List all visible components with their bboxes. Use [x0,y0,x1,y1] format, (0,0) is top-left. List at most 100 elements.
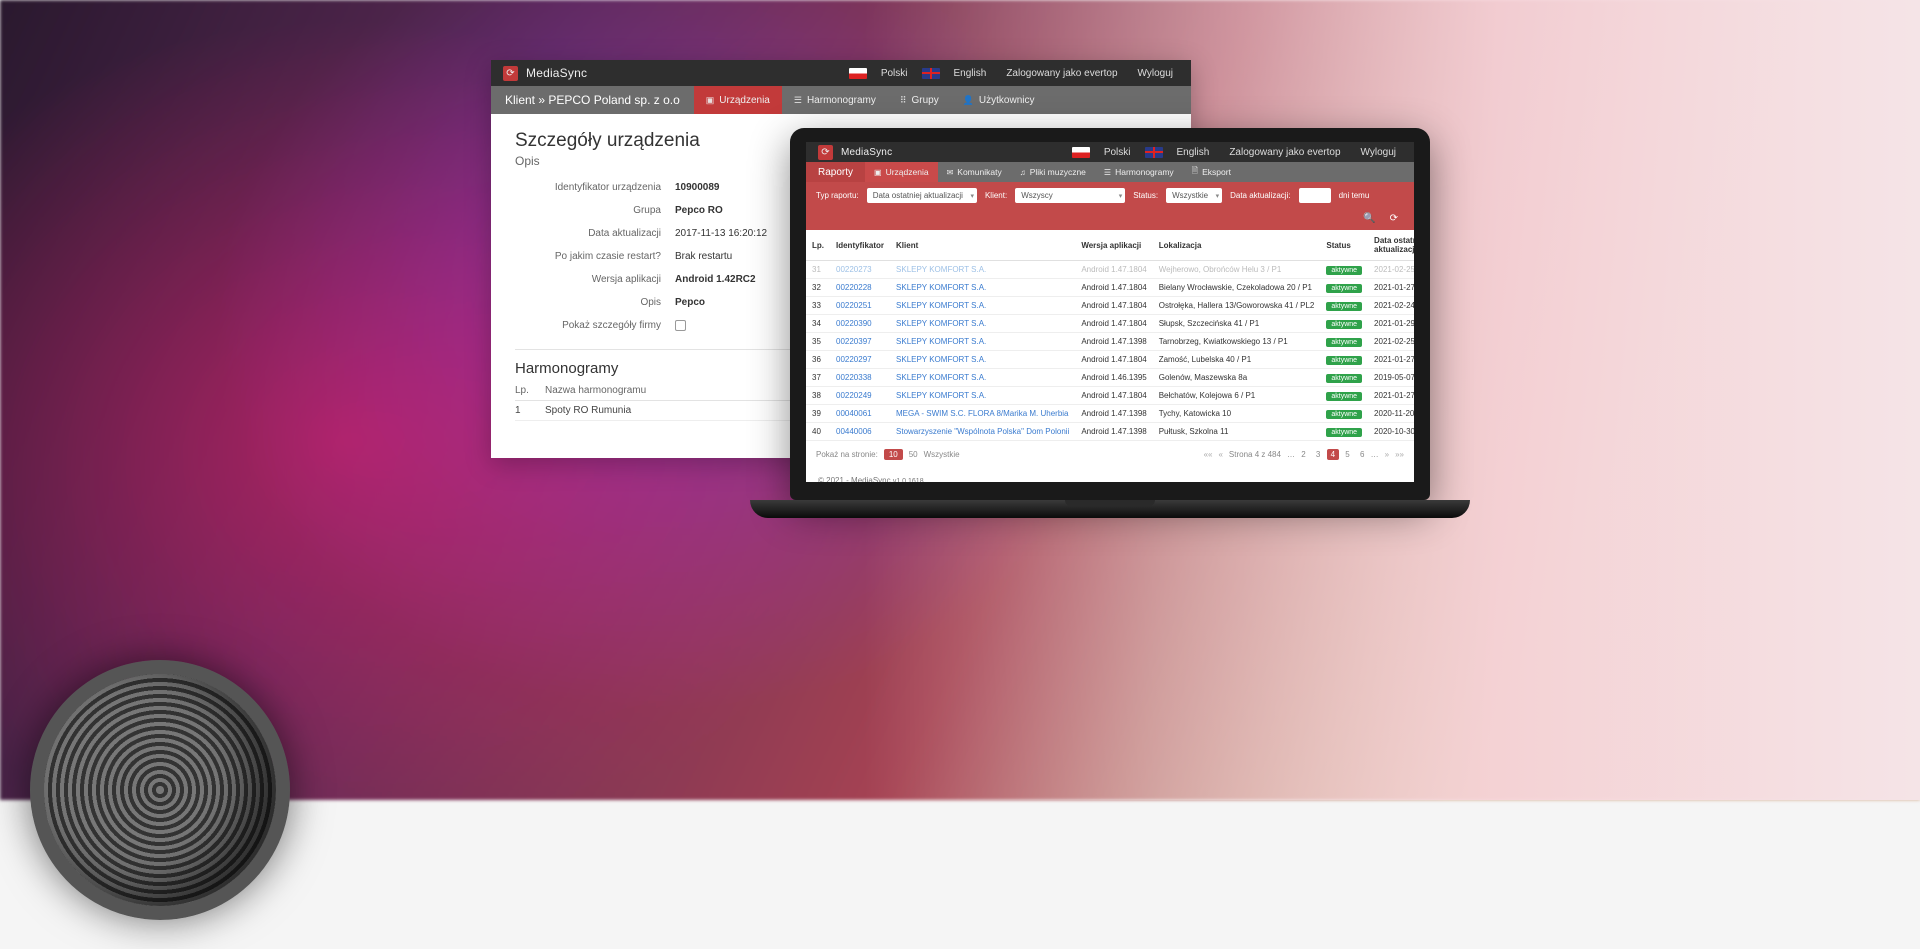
per-page-10[interactable]: 10 [884,449,903,460]
tab-music-files[interactable]: ♫ Pliki muzyczne [1011,162,1095,182]
page-prev-icon[interactable]: « [1218,450,1222,459]
page-4[interactable]: 4 [1327,449,1339,460]
cell-client[interactable]: SKLEPY KOMFORT S.A. [890,315,1075,333]
filter-type-select[interactable]: Data ostatniej aktualizacji ▾ [867,188,977,203]
flag-pl-icon[interactable] [1072,147,1090,158]
col-client[interactable]: Klient [890,230,1075,261]
table-row[interactable]: 3600220297SKLEPY KOMFORT S.A.Android 1.4… [806,351,1414,369]
refresh-icon[interactable]: ⟳ [1390,213,1398,224]
table-row[interactable]: 3500220397SKLEPY KOMFORT S.A.Android 1.4… [806,333,1414,351]
flag-en-icon[interactable] [1145,147,1163,158]
cell-lp: 39 [806,405,830,423]
tab-schedules[interactable]: ☰ Harmonogramy [1095,162,1183,182]
tab-export[interactable]: 🗎 Eksport [1183,162,1240,182]
col-lp[interactable]: Lp. [806,230,830,261]
page-next-icon[interactable]: » [1385,450,1389,459]
lang-english[interactable]: English [948,68,993,79]
cell-lp: 40 [806,423,830,441]
table-row[interactable]: 3300220251SKLEPY KOMFORT S.A.Android 1.4… [806,297,1414,315]
show-company-checkbox[interactable] [675,320,686,331]
table-row[interactable]: 4000440006Stowarzyszenie "Wspólnota Pols… [806,423,1414,441]
page-6[interactable]: 6 [1356,449,1368,460]
logout-link[interactable]: Wyloguj [1355,147,1402,158]
col-id[interactable]: Identyfikator [830,230,890,261]
cell-id[interactable]: 00040061 [830,405,890,423]
filter-days-suffix: dni temu [1339,191,1370,200]
cell-version: Android 1.47.1804 [1075,261,1152,279]
cell-updated: 2020-10-30 12:20:03 [1368,423,1414,441]
per-page-all[interactable]: Wszystkie [924,450,960,459]
cell-client[interactable]: Stowarzyszenie "Wspólnota Polska" Dom Po… [890,423,1075,441]
cell-lp: 38 [806,387,830,405]
filter-client-select[interactable]: Wszyscy ▾ [1015,188,1125,203]
col-version[interactable]: Wersja aplikacji [1075,230,1152,261]
cell-id[interactable]: 00220273 [830,261,890,279]
filter-days-input[interactable] [1299,188,1331,203]
cell-version: Android 1.47.1804 [1075,387,1152,405]
cell-version: Android 1.46.1395 [1075,369,1152,387]
cell-id[interactable]: 00220249 [830,387,890,405]
cell-location: Pułtusk, Szkolna 11 [1153,423,1321,441]
col-location[interactable]: Lokalizacja [1153,230,1321,261]
table-row[interactable]: 3700220338SKLEPY KOMFORT S.A.Android 1.4… [806,369,1414,387]
cell-client[interactable]: SKLEPY KOMFORT S.A. [890,333,1075,351]
chevron-down-icon: ▾ [1216,192,1220,200]
cell-client[interactable]: SKLEPY KOMFORT S.A. [890,279,1075,297]
cell-id[interactable]: 00220251 [830,297,890,315]
cell-id[interactable]: 00220397 [830,333,890,351]
page-first-icon[interactable]: «« [1204,450,1213,459]
footer-copy: © 2021 - MediaSync [818,476,891,482]
filter-bar: Typ raportu: Data ostatniej aktualizacji… [806,182,1414,230]
cell-updated: 2019-05-07 03:09:33 [1368,369,1414,387]
cell-version: Android 1.47.1804 [1075,351,1152,369]
label-group: Grupa [515,205,675,216]
table-row[interactable]: 3400220390SKLEPY KOMFORT S.A.Android 1.4… [806,315,1414,333]
breadcrumb[interactable]: Klient » PEPCO Poland sp. z o.o [505,93,680,107]
table-row[interactable]: 3200220228SKLEPY KOMFORT S.A.Android 1.4… [806,279,1414,297]
search-icon[interactable]: 🔍 [1363,213,1375,224]
per-page-50[interactable]: 50 [909,450,918,459]
tab-groups[interactable]: ⠿ Grupy [888,86,951,114]
tab-devices[interactable]: ▣ Urządzenia [865,162,938,182]
col-updated[interactable]: Data ostatniej aktualizacji [1368,230,1414,261]
cell-client[interactable]: SKLEPY KOMFORT S.A. [890,369,1075,387]
flag-pl-icon[interactable] [849,68,867,79]
tab-users[interactable]: 👤 Użytkownicy [951,86,1047,114]
page-last-icon[interactable]: »» [1395,450,1404,459]
list-icon: ☰ [794,95,802,106]
label-desc: Opis [515,297,675,308]
flag-en-icon[interactable] [922,68,940,79]
filter-status-select[interactable]: Wszystkie ▾ [1166,188,1222,203]
cell-id[interactable]: 00220228 [830,279,890,297]
tab-schedules[interactable]: ☰ Harmonogramy [782,86,888,114]
logout-link[interactable]: Wyloguj [1132,68,1179,79]
lang-english[interactable]: English [1171,147,1216,158]
tab-messages[interactable]: ✉ Komunikaty [938,162,1011,182]
select-value: Wszystkie [1172,191,1208,200]
cell-client[interactable]: MEGA - SWIM S.C. FLORA 8/Marika M. Uherb… [890,405,1075,423]
table-row[interactable]: 3800220249SKLEPY KOMFORT S.A.Android 1.4… [806,387,1414,405]
tab-devices[interactable]: ▣ Urządzenia [694,86,782,114]
tab-reports[interactable]: Raporty [806,162,865,182]
table-row[interactable]: 3100220273SKLEPY KOMFORT S.A.Android 1.4… [806,261,1414,279]
page-3[interactable]: 3 [1312,449,1324,460]
cell-client[interactable]: SKLEPY KOMFORT S.A. [890,387,1075,405]
cell-id[interactable]: 00220338 [830,369,890,387]
lang-polish[interactable]: Polski [1098,147,1137,158]
footer: © 2021 - MediaSync v1.0.1618 [806,468,1414,482]
cell-id[interactable]: 00440006 [830,423,890,441]
cell-client[interactable]: SKLEPY KOMFORT S.A. [890,351,1075,369]
cell-lp: 34 [806,315,830,333]
cell-client[interactable]: SKLEPY KOMFORT S.A. [890,261,1075,279]
cell-status: aktywne [1320,297,1368,315]
page-5[interactable]: 5 [1341,449,1353,460]
cell-client[interactable]: SKLEPY KOMFORT S.A. [890,297,1075,315]
cell-status: aktywne [1320,261,1368,279]
col-status[interactable]: Status [1320,230,1368,261]
cell-id[interactable]: 00220390 [830,315,890,333]
page-2[interactable]: 2 [1297,449,1309,460]
table-row[interactable]: 3900040061MEGA - SWIM S.C. FLORA 8/Marik… [806,405,1414,423]
cell-updated: 2021-01-27 13:32:47 [1368,387,1414,405]
lang-polish[interactable]: Polski [875,68,914,79]
cell-id[interactable]: 00220297 [830,351,890,369]
